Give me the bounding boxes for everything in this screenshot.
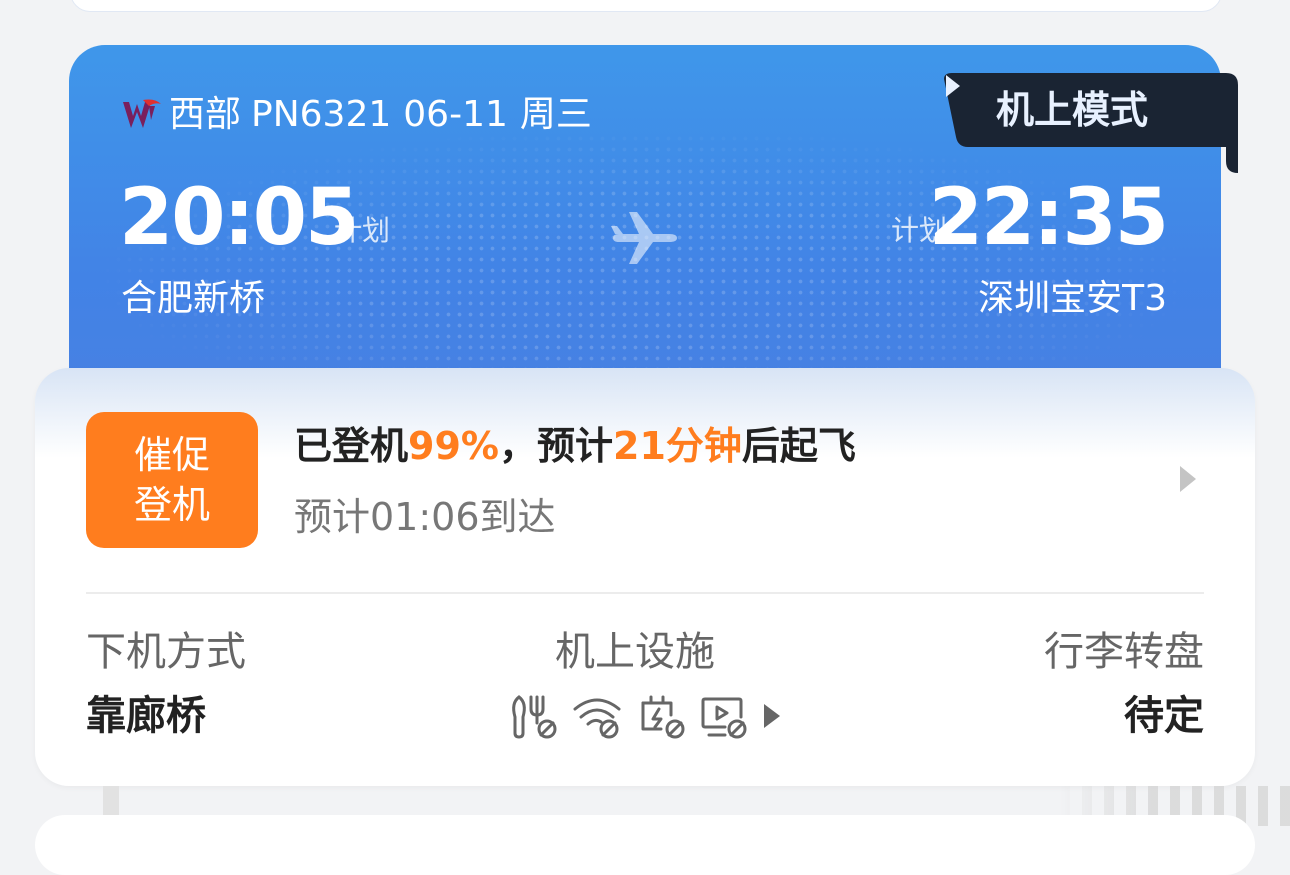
previous-card: [70, 0, 1222, 12]
urge-label-line2: 登机: [133, 483, 210, 527]
airplane-mode-label: 机上模式: [996, 88, 1149, 132]
meal-unavailable-icon: [512, 695, 557, 739]
boarding-prefix: 已登机: [294, 424, 409, 468]
boarding-mid: ，预计: [498, 424, 613, 468]
urge-boarding-button[interactable]: 催促 登机: [86, 412, 258, 548]
deplane-method-label: 下机方式: [86, 629, 246, 675]
arrival-airport: 深圳宝安T3: [978, 278, 1167, 319]
arrival-time: 22:35: [928, 173, 1169, 263]
chevron-right-icon: [946, 75, 960, 97]
estimated-arrival: 预计01:06到达: [294, 495, 556, 539]
deplane-method-value: 靠廊桥: [86, 693, 206, 739]
boarding-progress-text: 已登机99%，预计21分钟后起飞: [294, 422, 856, 470]
flight-weekday: 周三: [519, 94, 592, 135]
flight-header: 西部 PN6321 06-11 周三: [121, 93, 592, 137]
departure-airport: 合肥新桥: [121, 278, 266, 319]
airplane-mode-button[interactable]: 机上模式: [944, 73, 1239, 173]
chevron-right-icon[interactable]: [1178, 464, 1198, 494]
urge-label-line1: 催促: [133, 433, 210, 477]
airline-logo-icon: [123, 99, 161, 128]
boarding-status-card[interactable]: 催促 登机 已登机99%，预计21分钟后起飞 预计01:06到达 下机方式 靠廊…: [35, 368, 1255, 786]
onboard-facilities-label: 机上设施: [555, 629, 715, 675]
entertainment-unavailable-icon: [701, 697, 747, 739]
boarding-suffix: 后起飞: [741, 424, 856, 468]
departure-plan-tag: 计划: [334, 214, 391, 247]
wifi-unavailable-icon: [573, 698, 621, 739]
baggage-carousel-label: 行李转盘: [1044, 629, 1204, 675]
flight-date: 06-11: [403, 94, 508, 135]
baggage-carousel-value: 待定: [1124, 693, 1204, 739]
boarding-percent: 99%: [408, 424, 499, 468]
power-unavailable-icon: [641, 695, 685, 739]
next-card: [35, 815, 1255, 875]
flight-number: PN6321: [251, 94, 392, 135]
airline-name: 西部: [169, 94, 242, 135]
departure-time: 20:05: [119, 173, 359, 263]
onboard-facilities[interactable]: [509, 690, 783, 742]
takeoff-minutes: 21分钟: [613, 424, 742, 468]
airplane-icon: [611, 212, 677, 264]
chevron-right-icon: [764, 704, 780, 728]
divider: [86, 592, 1204, 594]
